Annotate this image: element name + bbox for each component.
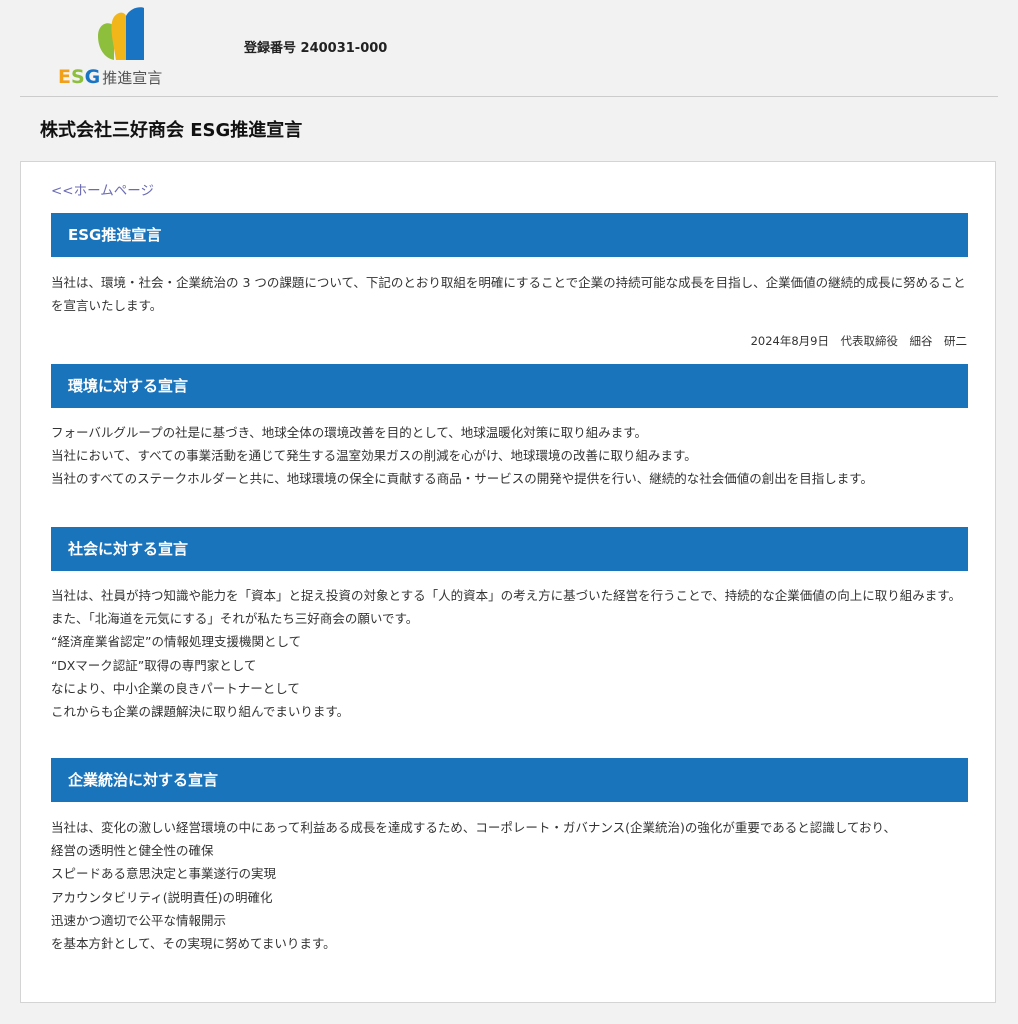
section-heading-governance: 企業統治に対する宣言 [51, 758, 968, 802]
registration-number: 登録番号 240031-000 [244, 41, 388, 56]
section-heading-social: 社会に対する宣言 [51, 527, 968, 571]
leaf-logo-icon [98, 7, 144, 60]
logo-letter-s: S [70, 66, 85, 88]
section-body-esg: 当社は、環境・社会・企業統治の 3 つの課題について、下記のとおり取組を明確にす… [51, 271, 968, 317]
paragraph: 当社は、変化の激しい経営環境の中にあって利益ある成長を達成するため、コーポレート… [51, 820, 897, 835]
paragraph: アカウンタビリティ(説明責任)の明確化 [51, 889, 273, 905]
logo-wordmark: ESG 推進宣言 [58, 66, 162, 88]
logo-letter-g: G [84, 66, 101, 88]
paragraph: 経営の透明性と健全性の確保 [51, 843, 214, 859]
section-body-environment: フォーバルグループの社是に基づき、地球全体の環境改善を目的として、地球温暖化対策… [51, 421, 968, 491]
paragraph: これからも企業の課題解決に取り組んでまいります。 [51, 704, 350, 720]
paragraph: 当社は、環境・社会・企業統治の 3 つの課題について、下記のとおり取組を明確にす… [51, 275, 966, 314]
paragraph: スピードある意思決定と事業遂行の実現 [51, 866, 277, 882]
esg-logo[interactable]: ESG 推進宣言 [58, 6, 188, 92]
paragraph: なにより、中小企業の良きパートナーとして [51, 680, 300, 696]
header-divider [20, 96, 998, 97]
paragraph: 迅速かつ適切で公平な情報開示 [51, 912, 227, 928]
page-title: 株式会社三好商会 ESG推進宣言 [40, 120, 303, 141]
signature-line: 2024年8月9日 代表取締役 細谷 研二 [750, 334, 967, 348]
paragraph: 当社のすべてのステークホルダーと共に、地球環境の保全に貢献する商品・サービスの開… [51, 471, 874, 487]
paragraph: フォーバルグループの社是に基づき、地球全体の環境改善を目的として、地球温暖化対策… [51, 425, 648, 440]
paragraph: 当社において、すべての事業活動を通じて発生する温室効果ガスの削減を心がけ、地球環… [51, 448, 697, 464]
logo-suffix: 推進宣言 [102, 69, 163, 87]
paragraph: “DXマーク認証”取得の専門家として [51, 657, 257, 673]
section-heading-esg: ESG推進宣言 [51, 213, 968, 257]
section-body-social: 当社は、社員が持つ知識や能力を「資本」と捉え投資の対象とする「人的資本」の考え方… [51, 584, 968, 723]
paragraph: “経済産業省認定”の情報処理支援機関として [51, 634, 302, 650]
home-page-link[interactable]: <<ホームページ [51, 179, 154, 199]
paragraph: また、「北海道を元気にする」それが私たち三好商会の願いです。 [51, 611, 419, 627]
paragraph: 当社は、社員が持つ知識や能力を「資本」と捉え投資の対象とする「人的資本」の考え方… [51, 588, 962, 603]
paragraph: を基本方針として、その実現に努めてまいります。 [51, 936, 336, 952]
section-heading-environment: 環境に対する宣言 [51, 364, 968, 408]
logo-letter-e: E [58, 66, 71, 88]
site-header: ESG 推進宣言 登録番号 240031-000 [0, 0, 1018, 96]
content-panel: <<ホームページ ESG推進宣言 当社は、環境・社会・企業統治の 3 つの課題に… [20, 161, 996, 1003]
section-body-governance: 当社は、変化の激しい経営環境の中にあって利益ある成長を達成するため、コーポレート… [51, 816, 968, 955]
